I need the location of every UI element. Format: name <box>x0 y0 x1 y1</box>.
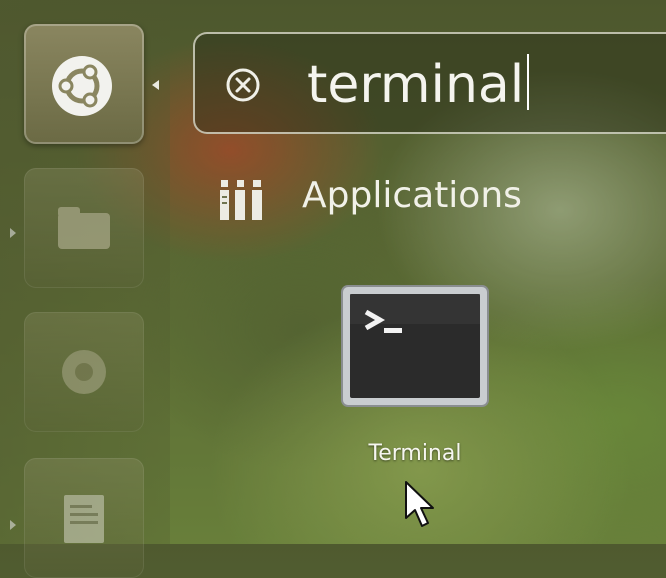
search-input-text: terminal <box>307 55 525 115</box>
chrome-icon <box>62 350 106 394</box>
mouse-cursor-icon <box>405 481 434 527</box>
document-icon <box>64 495 104 543</box>
launcher-dash-home-button[interactable] <box>24 24 144 144</box>
launcher-document-button[interactable] <box>24 458 144 578</box>
search-box[interactable]: terminal <box>193 32 666 134</box>
result-label: Terminal <box>368 441 462 466</box>
folder-icon <box>58 207 110 249</box>
search-input[interactable]: terminal <box>307 52 530 118</box>
text-caret <box>527 54 530 110</box>
launcher-files-button[interactable] <box>24 168 144 288</box>
category-label: Applications <box>302 175 522 216</box>
launcher <box>0 0 170 578</box>
result-terminal[interactable]: Terminal <box>330 282 500 472</box>
applications-icon <box>220 180 262 220</box>
launcher-running-indicator-icon <box>10 228 16 238</box>
clear-icon[interactable] <box>225 67 261 103</box>
launcher-running-indicator-icon <box>10 520 16 530</box>
terminal-icon <box>341 285 489 407</box>
launcher-chrome-button[interactable] <box>24 312 144 432</box>
launcher-active-arrow-icon <box>152 80 159 90</box>
ubuntu-logo-icon <box>52 56 112 116</box>
